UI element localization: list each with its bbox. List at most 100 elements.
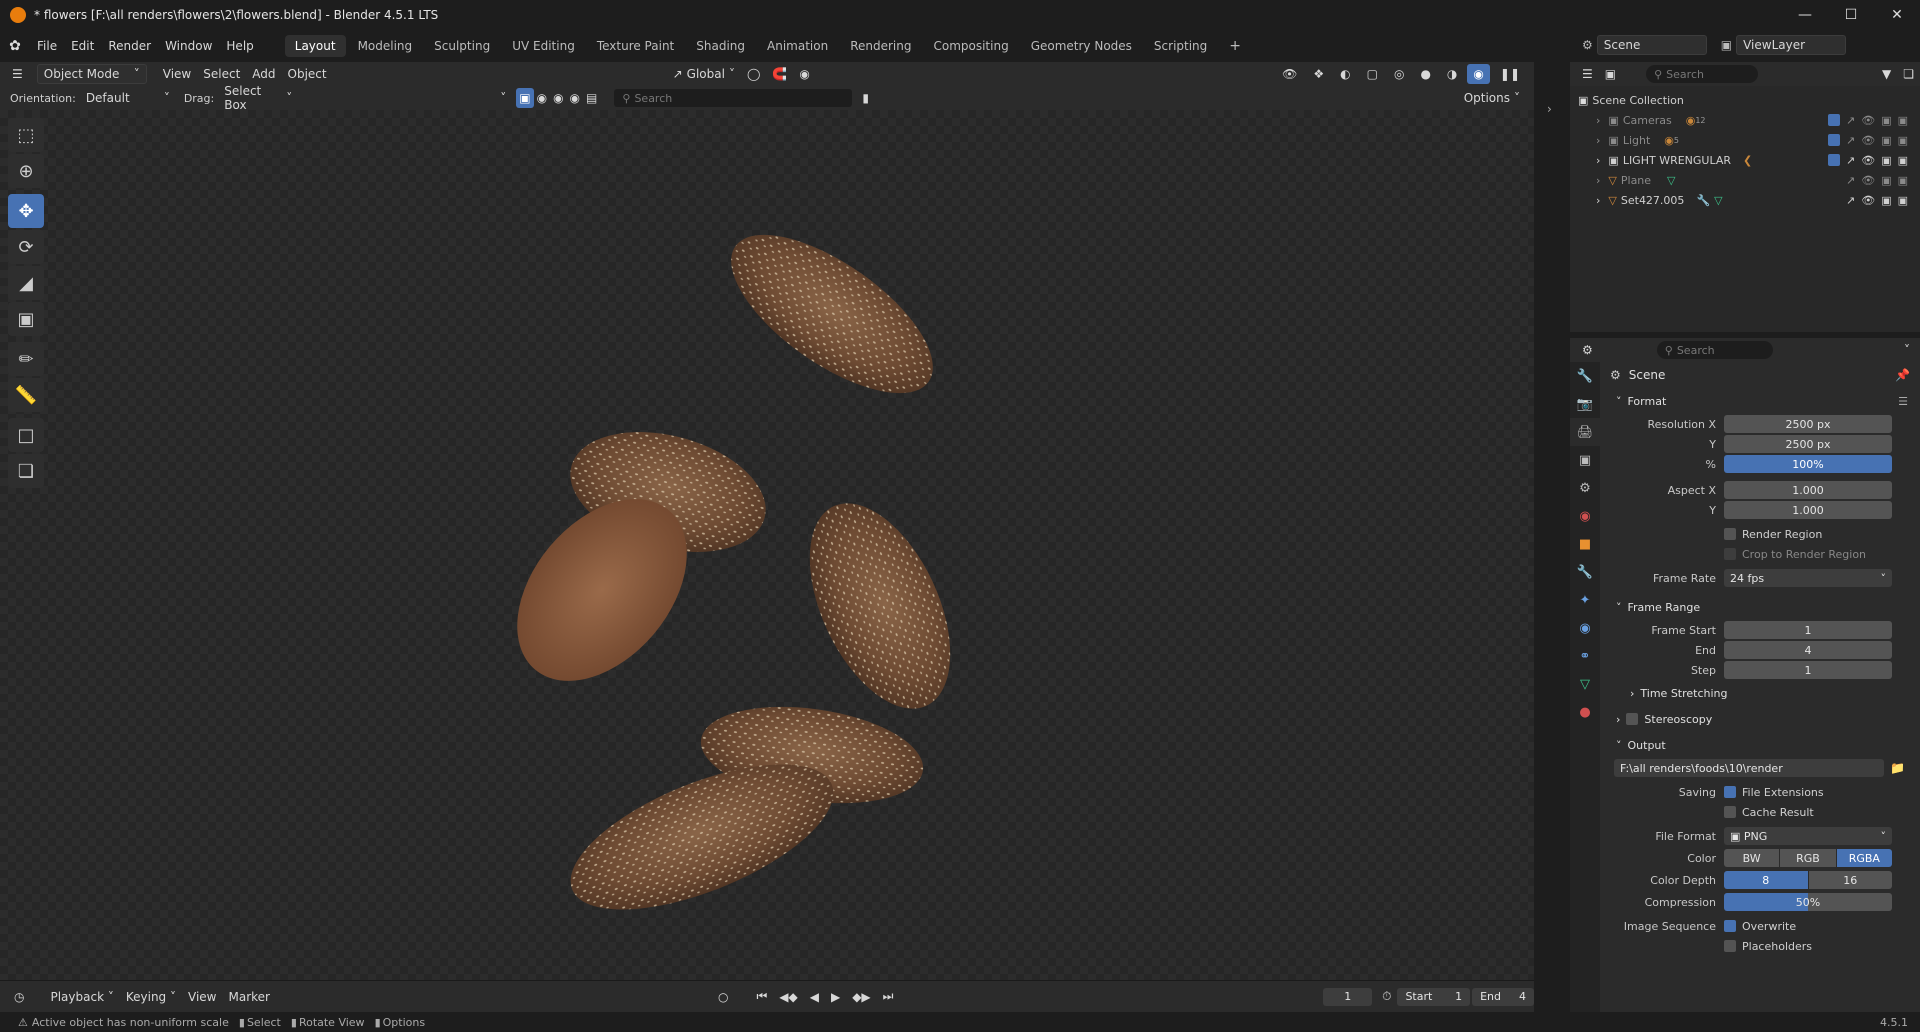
render-tab-icon[interactable]: 📷 xyxy=(1570,390,1600,418)
scale-tool-icon[interactable]: ◢ xyxy=(8,266,44,300)
filter-icon[interactable]: ▼ xyxy=(1876,64,1897,84)
menu-window[interactable]: Window xyxy=(158,30,219,62)
aspect-x-field[interactable]: 1.000 xyxy=(1724,481,1892,499)
viewport-search-input[interactable]: ⚲ Search xyxy=(614,89,853,107)
pin-icon[interactable]: 📌 xyxy=(1895,368,1910,382)
xray-icon[interactable]: ▢ xyxy=(1361,64,1384,84)
transform-tool-icon[interactable]: ▣ xyxy=(8,302,44,336)
compression-slider[interactable]: 50% xyxy=(1724,893,1892,911)
output-tab-icon[interactable]: 🖨 xyxy=(1570,418,1600,446)
world-tab-icon[interactable]: ◉ xyxy=(1570,502,1600,530)
physics-tab-icon[interactable]: ◉ xyxy=(1570,614,1600,642)
select-toggle-icon[interactable]: ↗ xyxy=(1846,194,1855,207)
next-keyframe-icon[interactable]: ◆▶ xyxy=(846,987,876,1007)
filter-icon[interactable]: ◉ xyxy=(534,88,550,108)
gizmo-icon[interactable]: ❖ xyxy=(1307,64,1330,84)
exclude-checkbox[interactable] xyxy=(1828,113,1840,126)
material-tab-icon[interactable]: ● xyxy=(1570,698,1600,726)
outliner-search-input[interactable]: ⚲ Search xyxy=(1646,65,1759,83)
format-panel-header[interactable]: ˅ Format ☰ xyxy=(1606,388,1916,414)
select-toggle-icon[interactable]: ↗ xyxy=(1846,154,1855,167)
menu-file[interactable]: File xyxy=(30,30,64,62)
sidebar-toggle-icon[interactable]: › xyxy=(1547,102,1552,116)
file-extensions-checkbox[interactable] xyxy=(1724,786,1736,798)
filter-icon[interactable]: ◉ xyxy=(567,88,583,108)
measure-tool-icon[interactable]: 📏 xyxy=(8,378,44,412)
select-toggle-icon[interactable]: ↗ xyxy=(1846,114,1855,127)
move-tool-icon[interactable]: ✥ xyxy=(8,194,44,228)
outliner-row-plane[interactable]: › ▽ Plane ▽ ↗ 👁 ▣ ▣ xyxy=(1570,170,1920,190)
display-mode-icon[interactable]: ▣ xyxy=(1599,64,1622,84)
frame-step-field[interactable]: 1 xyxy=(1724,661,1892,679)
scene-tab-icon[interactable]: ⚙ xyxy=(1570,474,1600,502)
exclude-checkbox[interactable] xyxy=(1828,153,1840,166)
select-toggle-icon[interactable]: ↗ xyxy=(1846,134,1855,147)
snap-icon[interactable]: 🧲 xyxy=(766,64,793,84)
options-dropdown[interactable]: Options ˅ xyxy=(1458,88,1526,108)
add-workspace-button[interactable]: + xyxy=(1219,35,1251,57)
tab-modeling[interactable]: Modeling xyxy=(348,35,423,57)
cache-result-checkbox[interactable] xyxy=(1724,806,1736,818)
expand-icon[interactable]: › xyxy=(1596,114,1600,127)
output-path-field[interactable]: F:\all renders\foods\10\render xyxy=(1614,759,1884,777)
new-collection-icon[interactable]: ❏ xyxy=(1897,64,1920,84)
filter-icon[interactable]: ◉ xyxy=(550,88,566,108)
folder-icon[interactable]: 📁 xyxy=(1890,761,1905,775)
minimize-button[interactable]: — xyxy=(1782,0,1828,30)
viewport-icon[interactable]: ▣ xyxy=(1881,114,1891,127)
collapse-icon[interactable]: ˅ xyxy=(494,88,512,108)
playback-menu[interactable]: Playback ˅ xyxy=(44,987,119,1007)
stopwatch-icon[interactable]: ⏱ xyxy=(1376,987,1397,1007)
start-frame-field[interactable]: Start 1 xyxy=(1397,987,1471,1006)
expand-icon[interactable]: › xyxy=(1596,134,1600,147)
depth-16-option[interactable]: 16 xyxy=(1808,871,1892,889)
eye-icon[interactable]: 👁 xyxy=(1861,154,1875,167)
tab-shading[interactable]: Shading xyxy=(686,35,755,57)
tab-rendering[interactable]: Rendering xyxy=(840,35,921,57)
overwrite-checkbox[interactable] xyxy=(1724,920,1736,932)
keying-menu[interactable]: Keying ˅ xyxy=(120,987,182,1007)
constraints-tab-icon[interactable]: ⚭ xyxy=(1570,642,1600,670)
camera-render-icon[interactable]: ▣ xyxy=(1898,114,1908,127)
color-rgb-option[interactable]: RGB xyxy=(1780,849,1836,867)
tab-scripting[interactable]: Scripting xyxy=(1144,35,1217,57)
menu-object[interactable]: Object xyxy=(282,64,333,84)
properties-editor-icon[interactable]: ⚙ xyxy=(1576,340,1599,360)
select-toggle-icon[interactable]: ↗ xyxy=(1846,174,1855,187)
menu-select[interactable]: Select xyxy=(197,64,246,84)
outliner-row-cameras[interactable]: › ▣ Cameras ◉ 12 ↗ 👁 ▣ ▣ xyxy=(1570,110,1920,130)
view-layer-selector[interactable]: ViewLayer xyxy=(1736,35,1847,55)
expand-icon[interactable]: › xyxy=(1596,194,1600,207)
eye-icon[interactable]: 👁 xyxy=(1861,134,1875,147)
maximize-button[interactable]: ☐ xyxy=(1828,0,1874,30)
tab-layout[interactable]: Layout xyxy=(284,35,346,57)
chevron-down-icon[interactable]: ˅ xyxy=(1898,340,1916,360)
properties-search-input[interactable]: ⚲ Search xyxy=(1656,341,1773,359)
presets-icon[interactable]: ☰ xyxy=(1898,395,1908,408)
tab-geometry-nodes[interactable]: Geometry Nodes xyxy=(1021,35,1142,57)
eye-icon[interactable]: 👁 xyxy=(1861,174,1875,187)
clock-icon[interactable]: ◷ xyxy=(8,987,30,1007)
frame-rate-dropdown[interactable]: 24 fps ˅ xyxy=(1724,569,1892,587)
transform-orientation-dropdown[interactable]: ↗ Global ˅ xyxy=(667,64,741,84)
material-shading-icon[interactable]: ◑ xyxy=(1441,64,1463,84)
tab-texture-paint[interactable]: Texture Paint xyxy=(587,35,684,57)
jump-end-icon[interactable]: ⏭ xyxy=(877,987,900,1007)
visibility-icon[interactable]: 👁 xyxy=(1276,64,1303,84)
blender-menu-icon[interactable]: ✿ xyxy=(0,38,30,54)
rendered-shading-icon[interactable]: ◉ xyxy=(1467,64,1490,84)
close-button[interactable]: ✕ xyxy=(1874,0,1920,30)
viewport-icon[interactable]: ▣ xyxy=(1881,154,1891,167)
prev-keyframe-icon[interactable]: ◀◆ xyxy=(773,987,803,1007)
stereoscopy-checkbox[interactable] xyxy=(1626,713,1639,725)
crop-region-row[interactable]: Crop to Render Region xyxy=(1606,544,1916,564)
viewport-icon[interactable]: ▣ xyxy=(1881,194,1891,207)
object-mode-dropdown[interactable]: Object Mode ˅ xyxy=(36,64,147,84)
expand-icon[interactable]: › xyxy=(1596,174,1600,187)
filter-icon[interactable]: ▤ xyxy=(583,88,600,108)
orientation-dropdown[interactable]: Default ˅ xyxy=(80,88,176,108)
color-bw-option[interactable]: BW xyxy=(1724,849,1780,867)
rotate-tool-icon[interactable]: ⟳ xyxy=(8,230,44,264)
tab-sculpting[interactable]: Sculpting xyxy=(424,35,500,57)
modifier-tab-icon[interactable]: 🔧 xyxy=(1570,558,1600,586)
